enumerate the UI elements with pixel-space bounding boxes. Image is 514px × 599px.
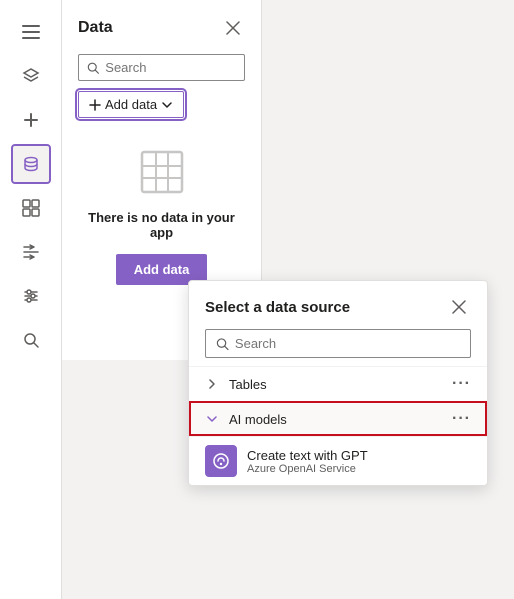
sub-item-create-text-gpt[interactable]: Create text with GPT Azure OpenAI Servic… xyxy=(189,436,487,485)
empty-state-text: There is no data in your app xyxy=(78,210,245,240)
select-source-panel: Select a data source Tables ··· AI xyxy=(188,280,488,486)
source-item-ai-models-left: AI models xyxy=(205,412,287,427)
sidebar-item-search[interactable] xyxy=(11,320,51,360)
ai-models-label: AI models xyxy=(229,412,287,427)
add-data-label: Add data xyxy=(105,97,157,112)
panel-header: Data xyxy=(78,16,245,40)
sidebar-item-layers[interactable] xyxy=(11,56,51,96)
background-area xyxy=(262,0,514,280)
chevron-down-icon xyxy=(205,412,219,426)
sidebar-item-variables[interactable] xyxy=(11,276,51,316)
sidebar-item-components[interactable] xyxy=(11,188,51,228)
select-source-close-button[interactable] xyxy=(447,295,471,319)
panel-title: Data xyxy=(78,19,113,37)
tables-more-icon[interactable]: ··· xyxy=(452,375,471,393)
sidebar-item-menu[interactable] xyxy=(11,12,51,52)
gpt-item-subtitle: Azure OpenAI Service xyxy=(247,463,368,475)
data-panel-close-button[interactable] xyxy=(221,16,245,40)
grid-icon xyxy=(138,148,186,196)
add-data-dropdown-button[interactable]: Add data xyxy=(78,91,184,118)
data-search-box[interactable] xyxy=(78,54,245,81)
sidebar-item-flow[interactable] xyxy=(11,232,51,272)
chevron-down-icon xyxy=(161,99,173,111)
ai-models-more-icon[interactable]: ··· xyxy=(452,410,471,428)
source-item-tables[interactable]: Tables ··· xyxy=(189,366,487,401)
select-source-header: Select a data source xyxy=(189,281,487,329)
source-item-tables-left: Tables xyxy=(205,377,267,392)
sidebar xyxy=(0,0,62,599)
select-source-title: Select a data source xyxy=(205,299,350,316)
sidebar-item-data[interactable] xyxy=(11,144,51,184)
source-item-ai-models[interactable]: AI models ··· xyxy=(189,401,487,436)
data-search-input[interactable] xyxy=(105,60,236,75)
gpt-icon xyxy=(205,445,237,477)
tables-label: Tables xyxy=(229,377,267,392)
select-source-search-input[interactable] xyxy=(235,336,460,351)
plus-icon xyxy=(89,99,101,111)
empty-state: There is no data in your app Add data xyxy=(78,148,245,285)
gpt-item-text: Create text with GPT Azure OpenAI Servic… xyxy=(247,448,368,475)
select-source-search-box[interactable] xyxy=(205,329,471,358)
sidebar-item-insert[interactable] xyxy=(11,100,51,140)
search-icon xyxy=(216,337,229,351)
search-icon xyxy=(87,61,99,75)
gpt-item-title: Create text with GPT xyxy=(247,448,368,463)
chevron-right-icon xyxy=(205,377,219,391)
